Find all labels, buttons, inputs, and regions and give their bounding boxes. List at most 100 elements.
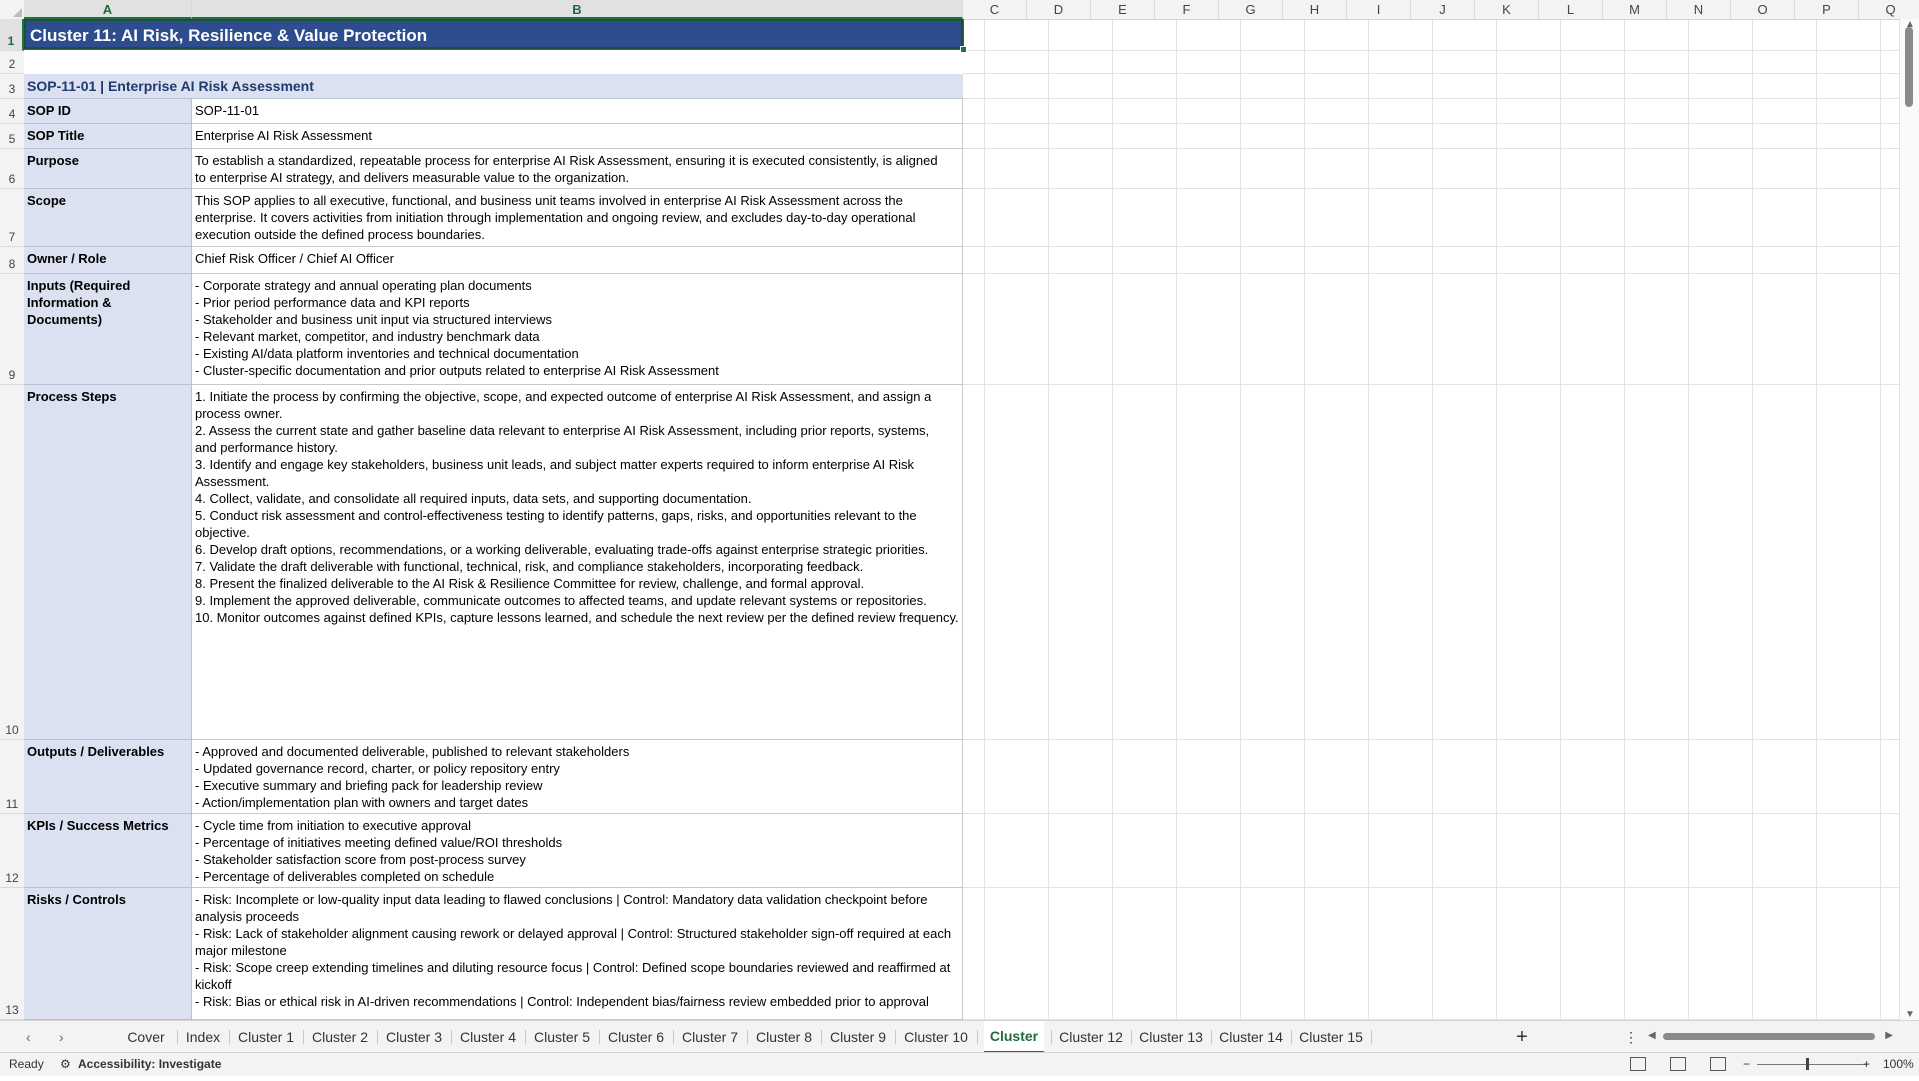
sheet-tab-cover[interactable]: Cover xyxy=(122,1021,170,1051)
scroll-right-icon[interactable]: ▶ xyxy=(1885,1030,1893,1041)
vertical-scroll-thumb[interactable] xyxy=(1905,27,1913,107)
field-value-cell[interactable]: This SOP applies to all executive, funct… xyxy=(192,189,963,247)
column-header-n[interactable]: N xyxy=(1667,0,1731,19)
column-header-l[interactable]: L xyxy=(1539,0,1603,19)
tab-separator xyxy=(177,1030,178,1044)
column-header-m[interactable]: M xyxy=(1603,0,1667,19)
zoom-slider-thumb[interactable] xyxy=(1806,1058,1809,1070)
sheet-tab-cluster-10[interactable]: Cluster 10 xyxy=(902,1021,970,1051)
status-bar: Ready ⚙ Accessibility: Investigate − + 1… xyxy=(0,1052,1919,1076)
select-all-button[interactable] xyxy=(0,0,25,19)
normal-view-icon[interactable] xyxy=(1630,1057,1646,1071)
column-header-q[interactable]: Q xyxy=(1859,0,1919,19)
horizontal-scrollbar[interactable]: ◀ ▶ xyxy=(1648,1030,1893,1042)
row-header-6[interactable]: 6 xyxy=(0,149,24,189)
row-header-13[interactable]: 13 xyxy=(0,888,24,1020)
horizontal-scroll-thumb[interactable] xyxy=(1663,1033,1875,1040)
field-value-cell[interactable]: - Cycle time from initiation to executiv… xyxy=(192,814,963,888)
row-header-8[interactable]: 8 xyxy=(0,247,24,274)
column-header-h[interactable]: H xyxy=(1283,0,1347,19)
column-header-c[interactable]: C xyxy=(963,0,1027,19)
field-label-cell[interactable]: Risks / Controls xyxy=(24,888,192,1020)
field-value-cell[interactable]: Enterprise AI Risk Assessment xyxy=(192,124,963,149)
column-header-p[interactable]: P xyxy=(1795,0,1859,19)
column-header-f[interactable]: F xyxy=(1155,0,1219,19)
column-header-k[interactable]: K xyxy=(1475,0,1539,19)
row-header-7[interactable]: 7 xyxy=(0,189,24,247)
sheet-tab-cluster-6[interactable]: Cluster 6 xyxy=(606,1021,666,1051)
sheet-tab-cluster-5[interactable]: Cluster 5 xyxy=(532,1021,592,1051)
field-label-cell[interactable]: SOP Title xyxy=(24,124,192,149)
row-header-1[interactable]: 1 xyxy=(0,19,24,51)
gridline xyxy=(963,148,1900,149)
field-label-cell[interactable]: Owner / Role xyxy=(24,247,192,274)
gridline xyxy=(963,887,1900,888)
scroll-left-icon[interactable]: ◀ xyxy=(1648,1030,1656,1041)
accessibility-status[interactable]: Accessibility: Investigate xyxy=(78,1057,221,1071)
sheet-tab-cluster-13[interactable]: Cluster 13 xyxy=(1138,1021,1204,1051)
sheet-tab-cluster-7[interactable]: Cluster 7 xyxy=(680,1021,740,1051)
field-value-cell[interactable]: - Risk: Incomplete or low-quality input … xyxy=(192,888,963,1020)
field-label-cell[interactable]: Purpose xyxy=(24,149,192,189)
field-value-cell[interactable]: SOP-11-01 xyxy=(192,99,963,124)
sheet-tab-cluster-8[interactable]: Cluster 8 xyxy=(754,1021,814,1051)
field-label-cell[interactable]: Inputs (Required Information & Documents… xyxy=(24,274,192,385)
column-header-bar: ABCDEFGHIJKLMNOPQ xyxy=(0,0,1919,20)
field-label-cell[interactable]: KPIs / Success Metrics xyxy=(24,814,192,888)
row-header-12[interactable]: 12 xyxy=(0,814,24,888)
field-value-cell[interactable]: To establish a standardized, repeatable … xyxy=(192,149,963,189)
column-header-o[interactable]: O xyxy=(1731,0,1795,19)
field-value-cell[interactable]: - Approved and documented deliverable, p… xyxy=(192,740,963,814)
sheet-tab-index[interactable]: Index xyxy=(184,1021,222,1051)
prev-sheet-icon[interactable]: ‹ xyxy=(26,1029,31,1045)
field-value-cell[interactable]: 1. Initiate the process by confirming th… xyxy=(192,385,963,740)
tab-separator xyxy=(821,1030,822,1044)
scroll-down-icon[interactable]: ▼ xyxy=(1905,1009,1915,1020)
field-label-cell[interactable]: Outputs / Deliverables xyxy=(24,740,192,814)
field-label-cell[interactable]: Process Steps xyxy=(24,385,192,740)
row-header-3[interactable]: 3 xyxy=(0,74,24,99)
zoom-in-icon[interactable]: + xyxy=(1863,1057,1870,1071)
column-header-j[interactable]: J xyxy=(1411,0,1475,19)
sop-header-cell[interactable]: SOP-11-01 | Enterprise AI Risk Assessmen… xyxy=(24,74,963,99)
zoom-slider[interactable] xyxy=(1757,1064,1867,1065)
field-label-cell[interactable]: SOP ID xyxy=(24,99,192,124)
fill-handle[interactable] xyxy=(960,46,967,53)
sheet-tab-cluster-15[interactable]: Cluster 15 xyxy=(1298,1021,1364,1051)
row-header-9[interactable]: 9 xyxy=(0,274,24,385)
vertical-scrollbar[interactable]: ▲ ▼ xyxy=(1899,19,1919,1020)
sheet-tab-cluster-1[interactable]: Cluster 1 xyxy=(236,1021,296,1051)
worksheet-grid[interactable]: Cluster 11: AI Risk, Resilience & Value … xyxy=(24,19,1900,1020)
sheet-tab-cluster-2[interactable]: Cluster 2 xyxy=(310,1021,370,1051)
row-header-4[interactable]: 4 xyxy=(0,99,24,124)
accessibility-icon[interactable]: ⚙ xyxy=(60,1057,71,1071)
next-sheet-icon[interactable]: › xyxy=(59,1029,64,1045)
field-value-cell[interactable]: Chief Risk Officer / Chief AI Officer xyxy=(192,247,963,274)
row-header-2[interactable]: 2 xyxy=(0,51,24,74)
sheet-tab-cluster-14[interactable]: Cluster 14 xyxy=(1218,1021,1284,1051)
sheet-tab-cluster-12[interactable]: Cluster 12 xyxy=(1058,1021,1124,1051)
row-header-5[interactable]: 5 xyxy=(0,124,24,149)
column-header-a[interactable]: A xyxy=(24,0,192,19)
sheet-tab-cluster-11[interactable]: Cluster 11 xyxy=(984,1021,1044,1074)
field-value-cell[interactable]: - Corporate strategy and annual operatin… xyxy=(192,274,963,385)
column-header-i[interactable]: I xyxy=(1347,0,1411,19)
zoom-out-icon[interactable]: − xyxy=(1743,1057,1750,1071)
sheet-tab-cluster-9[interactable]: Cluster 9 xyxy=(828,1021,888,1051)
row-header-10[interactable]: 10 xyxy=(0,385,24,740)
page-layout-icon[interactable] xyxy=(1670,1057,1686,1071)
column-header-e[interactable]: E xyxy=(1091,0,1155,19)
sheet-tab-cluster-4[interactable]: Cluster 4 xyxy=(458,1021,518,1051)
sheet-tab-cluster-3[interactable]: Cluster 3 xyxy=(384,1021,444,1051)
row-header-11[interactable]: 11 xyxy=(0,740,24,814)
add-sheet-button[interactable]: + xyxy=(1512,1021,1532,1051)
field-label-cell[interactable]: Scope xyxy=(24,189,192,247)
tab-separator xyxy=(229,1030,230,1044)
column-header-d[interactable]: D xyxy=(1027,0,1091,19)
column-header-b[interactable]: B xyxy=(192,0,963,19)
zoom-level[interactable]: 100% xyxy=(1883,1057,1914,1071)
page-break-preview-icon[interactable] xyxy=(1710,1057,1726,1071)
more-options-icon[interactable]: ⋮ xyxy=(1624,1021,1638,1051)
column-header-g[interactable]: G xyxy=(1219,0,1283,19)
cluster-title-cell[interactable]: Cluster 11: AI Risk, Resilience & Value … xyxy=(24,19,964,50)
